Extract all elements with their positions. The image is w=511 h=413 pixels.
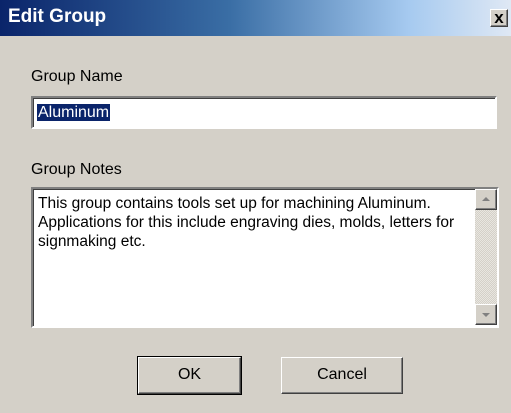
- arrow-up-icon: [482, 197, 490, 201]
- group-name-input[interactable]: Aluminum: [31, 96, 497, 129]
- ok-button[interactable]: OK: [137, 356, 242, 395]
- arrow-down-icon: [482, 313, 490, 317]
- group-name-label: Group Name: [31, 68, 123, 85]
- title-bar[interactable]: Edit Group x: [0, 0, 511, 36]
- group-name-value: Aluminum: [37, 104, 111, 121]
- group-notes-label: Group Notes: [31, 161, 122, 178]
- close-icon: x: [494, 8, 504, 27]
- close-button[interactable]: x: [490, 9, 508, 27]
- notes-scrollbar[interactable]: [475, 189, 497, 325]
- group-notes-value: This group contains tools set up for mac…: [38, 195, 455, 250]
- scroll-down-button[interactable]: [475, 304, 497, 325]
- cancel-button[interactable]: Cancel: [281, 357, 403, 394]
- group-notes-textarea[interactable]: This group contains tools set up for mac…: [31, 187, 499, 328]
- edit-group-dialog: Edit Group x Group Name Aluminum Group N…: [0, 0, 511, 413]
- window-title: Edit Group: [8, 6, 107, 27]
- scroll-up-button[interactable]: [475, 189, 497, 210]
